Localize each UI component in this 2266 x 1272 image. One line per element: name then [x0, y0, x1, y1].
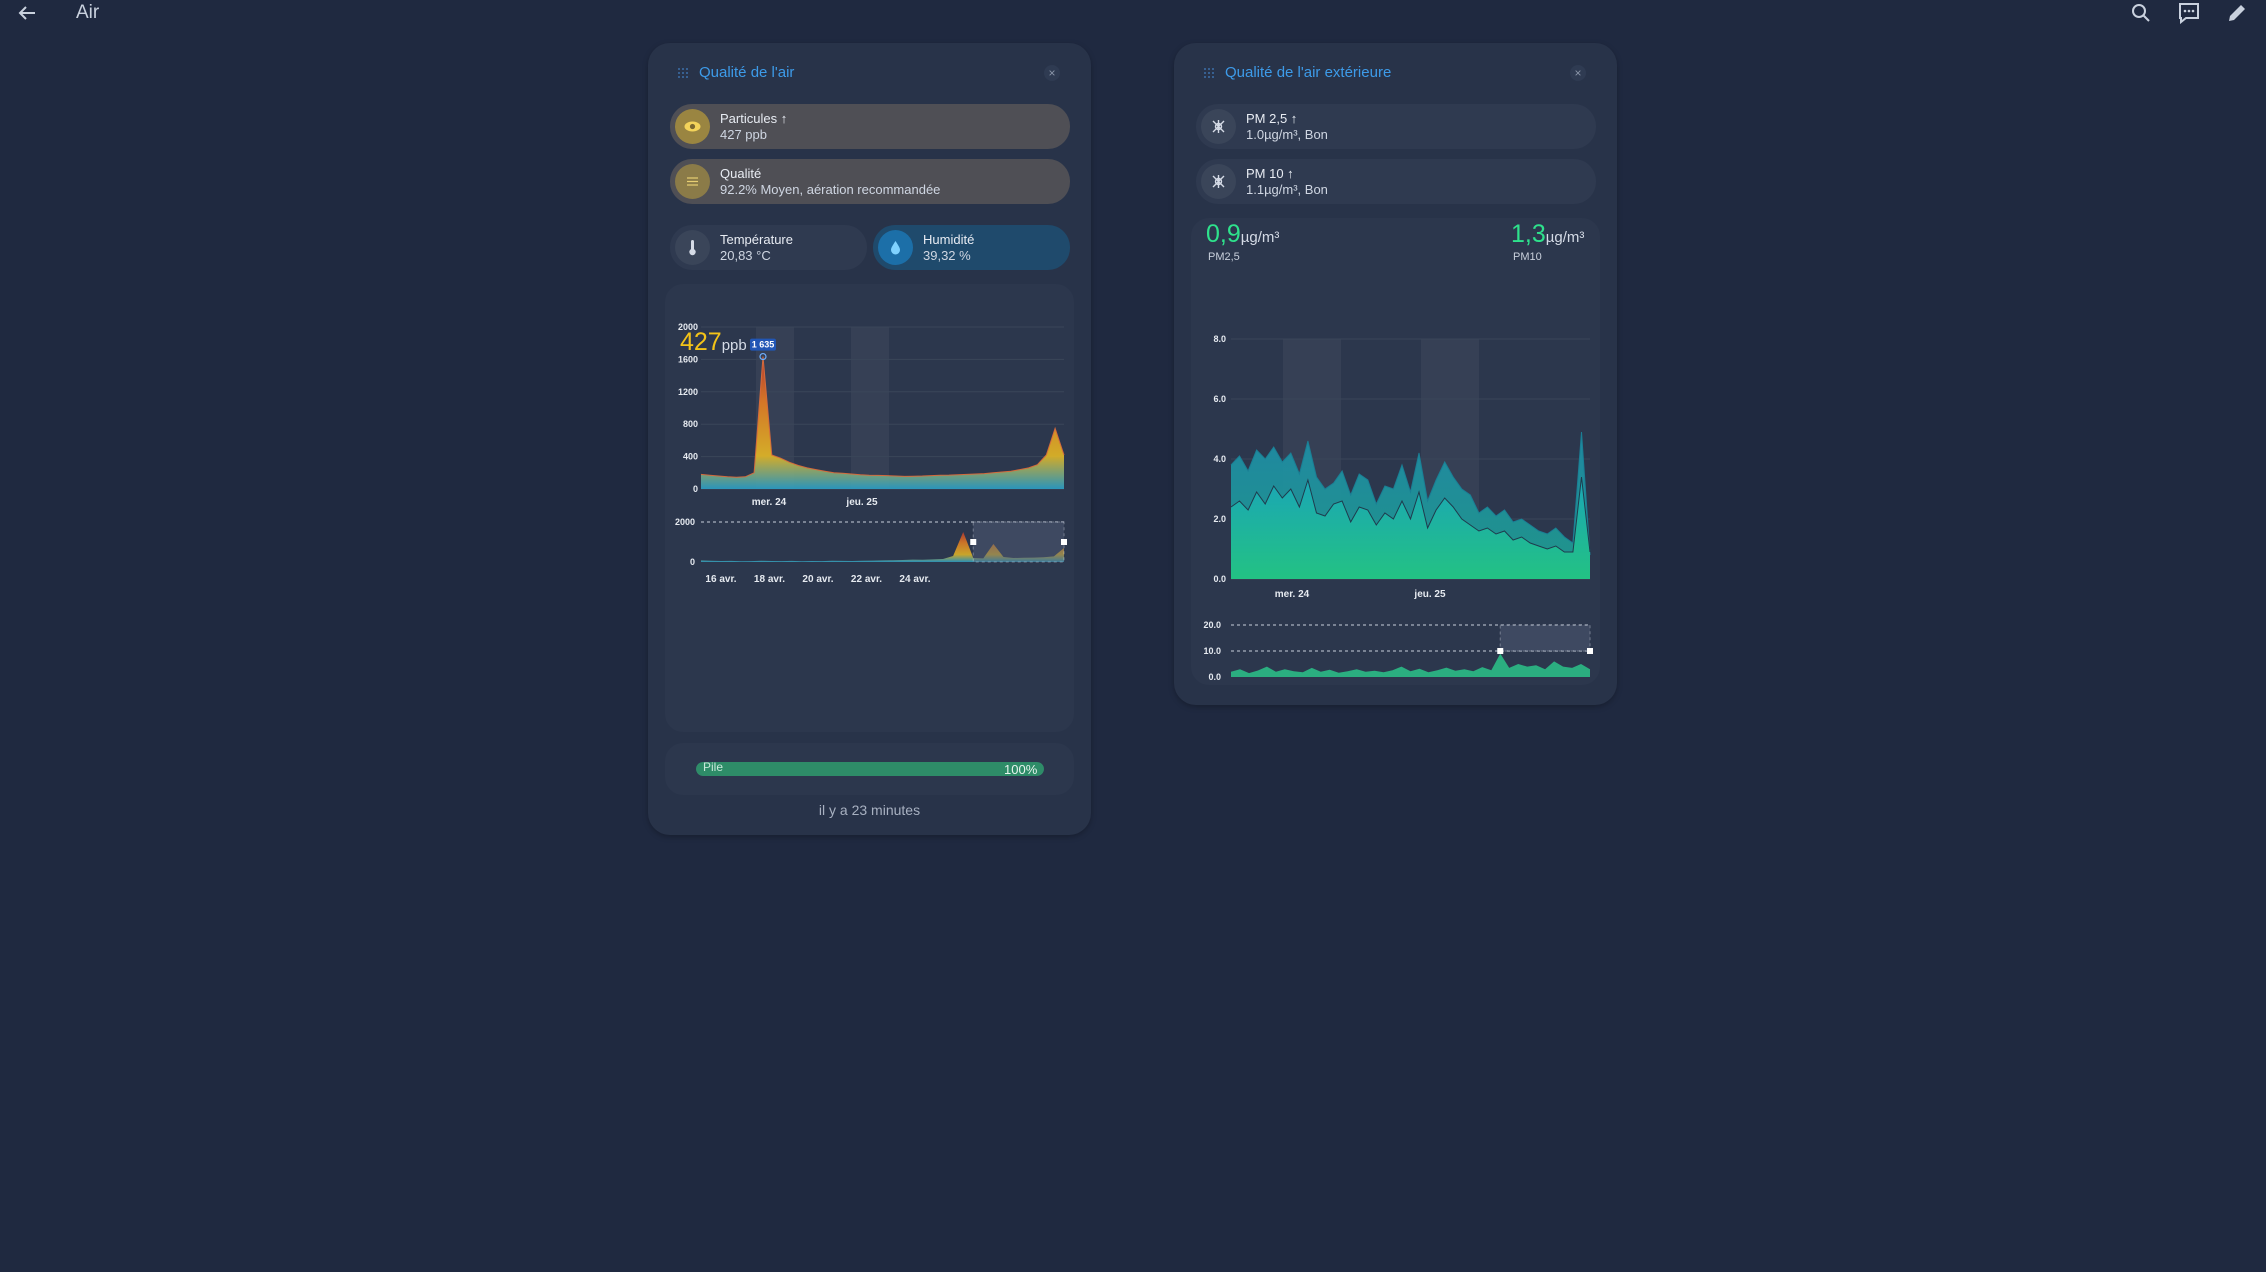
- nav-selection: [1499, 624, 1591, 652]
- nav-handle: [1061, 539, 1067, 545]
- air-purifier-icon: [1201, 164, 1236, 199]
- x-tick-label: jeu. 25: [845, 497, 878, 508]
- y-tick-label: 1200: [678, 387, 698, 397]
- water-drop-icon: [878, 230, 913, 265]
- pencil-icon: [2229, 5, 2245, 21]
- arrow-left-icon: [18, 6, 35, 20]
- nav-x-tick-label: 20 avr.: [802, 574, 833, 585]
- temperature-value: 20,83 °C: [720, 248, 771, 263]
- y-tick-label: 2.0: [1213, 514, 1226, 524]
- pm-main-chart[interactable]: 0.0 2.0 4.0 6.0 8.0 mer. 24 jeu. 25 0.0 10.0 20.0: [1191, 218, 1600, 685]
- nav-handle: [1497, 648, 1504, 654]
- back-button[interactable]: [15, 2, 41, 24]
- drag-handle-icon[interactable]: [677, 67, 689, 79]
- particles-row[interactable]: Particules ↑ 427 ppb: [670, 104, 1070, 149]
- x-tick-label: mer. 24: [1275, 589, 1310, 600]
- y-tick-label: 4.0: [1213, 454, 1226, 464]
- pm10-label: PM 10 ↑: [1246, 166, 1294, 181]
- nav-y-tick-label: 10.0: [1203, 646, 1221, 656]
- card-title: Qualité de l'air extérieure: [1225, 64, 1392, 81]
- thermometer-icon: [675, 230, 710, 265]
- nav-x-tick-label: 16 avr.: [705, 574, 736, 585]
- close-button[interactable]: ×: [1044, 65, 1060, 81]
- nav-x-tick-label: 18 avr.: [754, 574, 785, 585]
- card-title: Qualité de l'air: [699, 64, 795, 81]
- battery-percent: 100%: [1004, 762, 1038, 777]
- pm10-value: 1.1µg/m³, Bon: [1246, 182, 1328, 197]
- tooltip-value: 1 635: [752, 340, 775, 350]
- y-tick-label: 0.0: [1213, 574, 1226, 584]
- nav-y-tick-label: 20.0: [1203, 620, 1221, 630]
- y-tick-label: 1600: [678, 354, 698, 364]
- chat-icon: [2179, 3, 2199, 25]
- pm25-row[interactable]: PM 2,5 ↑ 1.0µg/m³, Bon: [1196, 104, 1596, 149]
- battery-bar: [696, 762, 1044, 776]
- search-icon: [2132, 4, 2150, 22]
- nav-handle: [970, 539, 977, 545]
- pm-chart-panel: 0,9µg/m³ PM2,5 1,3µg/m³ PM10 0.0 2.0 4.0 6.…: [1191, 218, 1600, 685]
- assist-button[interactable]: [2176, 1, 2202, 25]
- x-tick-label: jeu. 25: [1413, 589, 1446, 600]
- humidity-value: 39,32 %: [923, 248, 971, 263]
- y-tick-label: 0: [693, 484, 698, 494]
- nav-area: [1231, 653, 1590, 677]
- close-icon: ×: [1574, 66, 1582, 80]
- nav-handle: [1587, 648, 1593, 654]
- y-tick-label: 400: [683, 452, 698, 462]
- nav-selection: [972, 521, 1065, 563]
- temperature-label: Température: [720, 232, 793, 247]
- humidity-row[interactable]: Humidité 39,32 %: [873, 225, 1070, 270]
- y-tick-label: 2000: [678, 322, 698, 332]
- pm25-label: PM 2,5 ↑: [1246, 111, 1298, 126]
- night-band: [851, 327, 889, 489]
- y-tick-label: 6.0: [1213, 394, 1226, 404]
- battery-fill: [696, 762, 1044, 776]
- particles-main-chart[interactable]: 0 400 800 1200 1600 2000 mer. 24 jeu. 25 1 635 20…: [665, 284, 1074, 732]
- nav-y-tick-label: 0.0: [1208, 672, 1221, 682]
- close-icon: ×: [1048, 66, 1056, 80]
- top-bar: Air: [0, 0, 2266, 26]
- quality-label: Qualité: [720, 166, 762, 181]
- eye-icon: [675, 109, 710, 144]
- drag-handle-icon[interactable]: [1203, 67, 1215, 79]
- particles-label: Particules ↑: [720, 111, 788, 126]
- air-quality-card: Qualité de l'air × Particules ↑ 427 ppb …: [648, 43, 1091, 835]
- pm10-row[interactable]: PM 10 ↑ 1.1µg/m³, Bon: [1196, 159, 1596, 204]
- close-button[interactable]: ×: [1570, 65, 1586, 81]
- temperature-row[interactable]: Température 20,83 °C: [670, 225, 867, 270]
- air-filter-icon: [675, 164, 710, 199]
- humidity-label: Humidité: [923, 232, 975, 247]
- battery-label: Pile: [703, 760, 724, 774]
- quality-value: 92.2% Moyen, aération recommandée: [720, 182, 941, 197]
- particles-value: 427 ppb: [720, 127, 767, 142]
- air-purifier-icon: [1201, 109, 1236, 144]
- page-title: Air: [76, 2, 100, 23]
- x-tick-label: mer. 24: [752, 497, 787, 508]
- nav-y-tick-label: 2000: [675, 517, 695, 527]
- quality-row[interactable]: Qualité 92.2% Moyen, aération recommandé…: [670, 159, 1070, 204]
- y-tick-label: 8.0: [1213, 334, 1226, 344]
- edit-button[interactable]: [2224, 1, 2250, 25]
- battery-panel: Pile 100%: [665, 743, 1074, 795]
- nav-x-tick-label: 24 avr.: [899, 574, 930, 585]
- search-button[interactable]: [2128, 1, 2154, 25]
- outdoor-air-quality-card: Qualité de l'air extérieure × PM 2,5 ↑ 1…: [1174, 43, 1617, 705]
- nav-x-tick-label: 22 avr.: [851, 574, 882, 585]
- particles-chart-panel: 427ppb 0 400 800 1200 1600 2000 mer. 24 jeu. 25…: [665, 284, 1074, 732]
- nav-y-tick-label: 0: [690, 557, 695, 567]
- last-update: il y a 23 minutes: [818, 802, 921, 818]
- y-tick-label: 800: [683, 419, 698, 429]
- pm25-value: 1.0µg/m³, Bon: [1246, 127, 1328, 142]
